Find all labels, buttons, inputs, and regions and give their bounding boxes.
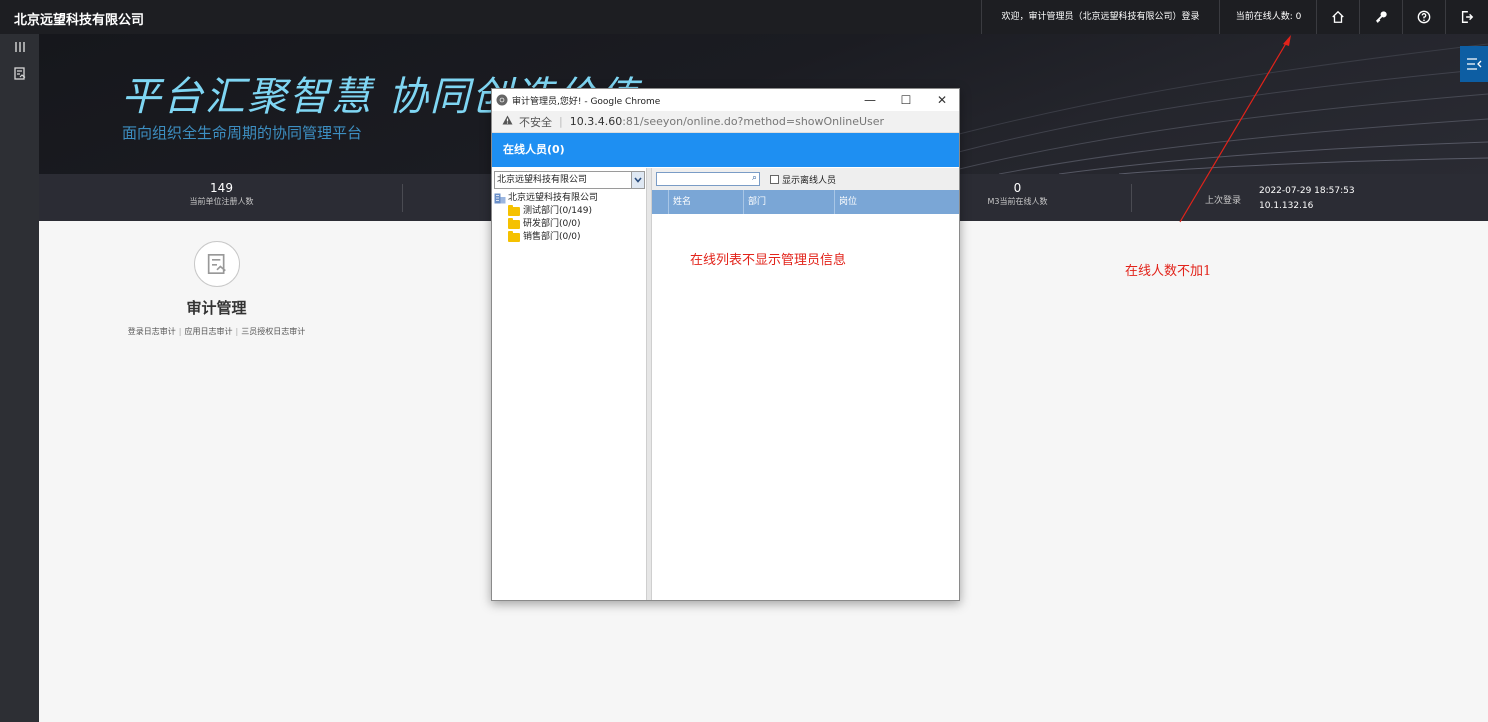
column-department[interactable]: 部门 xyxy=(743,190,834,214)
logout-icon[interactable] xyxy=(1445,0,1488,34)
column-name[interactable]: 姓名 xyxy=(668,190,743,214)
folder-icon xyxy=(508,205,520,216)
org-tree-panel: 北京远望科技有限公司 北京远望科技有限公司 测试部门(0/149) 研发部门(0… xyxy=(492,168,647,600)
tree-item[interactable]: 测试部门(0/149) xyxy=(492,205,646,218)
company-name: 北京远望科技有限公司 xyxy=(14,13,145,28)
audit-nav-icon[interactable] xyxy=(0,60,39,86)
last-login-time: 2022-07-29 18:57:53 xyxy=(1259,186,1355,196)
welcome-text: 欢迎，审计管理员（北京远望科技有限公司）登录 xyxy=(981,0,1219,34)
tree-root[interactable]: 北京远望科技有限公司 xyxy=(492,192,646,205)
last-login-label: 上次登录 xyxy=(1205,196,1242,206)
audit-card-icon[interactable] xyxy=(193,241,240,287)
top-bar: 北京远望科技有限公司 欢迎，审计管理员（北京远望科技有限公司）登录 当前在线人数… xyxy=(0,0,1488,34)
close-button[interactable]: ✕ xyxy=(924,89,959,111)
tree-item-label: 研发部门(0/0) xyxy=(523,219,581,229)
address-bar[interactable]: 不安全 | 10.3.4.60:81/seeyon/online.do?meth… xyxy=(492,111,959,133)
list-annotation: 在线列表不显示管理员信息 xyxy=(690,253,847,268)
show-offline-label: 显示离线人员 xyxy=(782,175,837,186)
online-users-header: 在线人员(0) xyxy=(492,133,959,167)
count-annotation: 在线人数不加1 xyxy=(1125,264,1212,279)
audit-links: 登录日志审计 | 应用日志审计 | 三员授权日志审计 xyxy=(99,326,334,337)
column-position[interactable]: 岗位 xyxy=(834,190,959,214)
tree-item[interactable]: 研发部门(0/0) xyxy=(492,218,646,231)
folder-icon xyxy=(508,218,520,229)
app-log-audit-link[interactable]: 应用日志审计 xyxy=(185,327,233,336)
registered-count: 149 xyxy=(210,181,233,195)
chrome-icon xyxy=(496,94,508,106)
menu-icon[interactable] xyxy=(0,34,39,60)
org-select-value: 北京远望科技有限公司 xyxy=(497,175,588,185)
home-icon[interactable] xyxy=(1316,0,1359,34)
popup-window-title: 审计管理员,您好! - Google Chrome xyxy=(512,96,661,107)
org-select[interactable]: 北京远望科技有限公司 xyxy=(494,171,645,189)
search-row: ⌕ 显示离线人员 xyxy=(652,168,959,190)
link-separator: | xyxy=(235,327,239,336)
search-input[interactable]: ⌕ xyxy=(656,172,760,186)
search-icon[interactable]: ⌕ xyxy=(752,173,757,183)
popup-titlebar: 审计管理员,您好! - Google Chrome — ☐ ✕ xyxy=(492,89,959,111)
banner-subtitle: 面向组织全生命周期的协同管理平台 xyxy=(122,124,363,142)
chevron-down-icon[interactable] xyxy=(631,172,644,188)
show-offline-checkbox[interactable] xyxy=(770,174,779,184)
tree-item[interactable]: 销售部门(0/0) xyxy=(492,231,646,244)
folder-icon xyxy=(508,231,520,242)
address-separator: | xyxy=(559,115,563,128)
insecure-label: 不安全 xyxy=(519,115,552,129)
last-login-value: 2022-07-29 18:57:53 10.1.132.16 xyxy=(1259,184,1355,214)
audit-card: 审计管理 登录日志审计 | 应用日志审计 | 三员授权日志审计 xyxy=(99,241,334,337)
stats-divider xyxy=(402,184,403,212)
grid-header-blank xyxy=(652,190,668,214)
org-icon xyxy=(494,193,506,204)
auth-log-audit-link[interactable]: 三员授权日志审计 xyxy=(241,327,305,336)
url-path: :81/seeyon/online.do?method=showOnlineUs… xyxy=(622,115,885,128)
login-log-audit-link[interactable]: 登录日志审计 xyxy=(128,327,176,336)
tree-item-label: 测试部门(0/149) xyxy=(523,206,592,216)
online-list-panel: ⌕ 显示离线人员 姓名 部门 岗位 在线列表不显示管理员信息 xyxy=(652,168,959,600)
registered-stat: 149 当前单位注册人数 xyxy=(119,174,324,221)
warning-icon xyxy=(502,115,513,128)
key-icon[interactable] xyxy=(1359,0,1402,34)
org-tree: 北京远望科技有限公司 测试部门(0/149) 研发部门(0/0) 销售部门(0/… xyxy=(492,192,646,244)
tree-root-label: 北京远望科技有限公司 xyxy=(508,193,599,203)
grid-header: 姓名 部门 岗位 xyxy=(652,190,959,214)
maximize-button[interactable]: ☐ xyxy=(888,89,924,111)
side-panel-toggle-icon[interactable] xyxy=(1460,46,1488,82)
side-rail xyxy=(0,34,39,722)
last-login-ip: 10.1.132.16 xyxy=(1259,201,1314,211)
grid-body: 在线列表不显示管理员信息 xyxy=(652,214,959,600)
online-count[interactable]: 当前在线人数: 0 xyxy=(1219,0,1317,34)
url-host: 10.3.4.60 xyxy=(569,115,623,128)
stats-divider xyxy=(1131,184,1132,212)
link-separator: | xyxy=(178,327,182,336)
registered-label: 当前单位注册人数 xyxy=(189,197,254,206)
audit-title[interactable]: 审计管理 xyxy=(99,297,334,318)
tree-item-label: 销售部门(0/0) xyxy=(523,232,581,242)
online-users-popup: 审计管理员,您好! - Google Chrome — ☐ ✕ 不安全 | 10… xyxy=(491,88,960,601)
help-icon[interactable] xyxy=(1402,0,1445,34)
minimize-button[interactable]: — xyxy=(852,89,888,111)
